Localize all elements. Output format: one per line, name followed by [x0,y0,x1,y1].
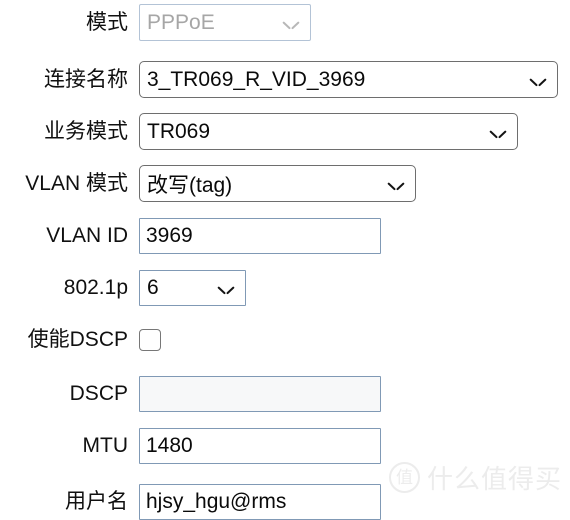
select-value-mode: PPPoE [147,10,215,34]
label-username: 用户名 [65,490,128,514]
field-wrap-mtu: 1480 [139,428,381,464]
label-enable-dscp: 使能DSCP [27,328,128,351]
label-service-mode: 业务模式 [44,119,128,143]
chevron-down-icon [530,72,546,88]
chevron-down-icon [388,176,404,192]
select-dot1p[interactable]: 6 [139,270,246,306]
form-row-enable-dscp: 使能DSCP [0,328,570,351]
select-value-service-mode: TR069 [147,119,211,143]
label-mtu: MTU [82,434,129,458]
label-mode: 模式 [86,10,128,34]
input-mtu[interactable]: 1480 [139,428,381,464]
select-value-vlan-mode: 改写(tag) [147,173,233,197]
field-wrap-mode: PPPoE [139,4,311,41]
label-dscp: DSCP [69,382,128,406]
label-vlan-id: VLAN ID [46,224,128,248]
form-row-dot1p: 802.1p 6 [0,270,570,306]
label-connection-name: 连接名称 [44,67,128,91]
field-wrap-service-mode: TR069 [139,113,518,150]
form-row-dscp: DSCP [0,376,570,412]
input-value-vlan-id: 3969 [146,224,193,247]
form-row-username: 用户名 hjsy_hgu@rms [0,484,570,520]
form-row-service-mode: 业务模式 TR069 [0,113,570,150]
form-row-mode: 模式 PPPoE [0,4,570,41]
select-service-mode[interactable]: TR069 [139,113,518,150]
field-wrap-dot1p: 6 [139,270,246,306]
select-mode: PPPoE [139,4,311,41]
chevron-down-icon [283,15,299,31]
select-value-dot1p: 6 [147,276,159,299]
input-dscp [139,376,381,412]
input-value-username: hjsy_hgu@rms [146,490,287,513]
field-wrap-dscp [139,376,381,412]
field-wrap-vlan-id: 3969 [139,218,381,254]
select-vlan-mode[interactable]: 改写(tag) [139,165,416,202]
form-row-vlan-mode: VLAN 模式 改写(tag) [0,165,570,202]
chevron-down-icon [218,280,234,296]
input-value-mtu: 1480 [146,434,193,457]
select-value-connection-name: 3_TR069_R_VID_3969 [147,67,366,91]
field-wrap-vlan-mode: 改写(tag) [139,165,416,202]
field-wrap-connection-name: 3_TR069_R_VID_3969 [139,61,558,98]
select-connection-name[interactable]: 3_TR069_R_VID_3969 [139,61,558,98]
form-row-mtu: MTU 1480 [0,428,570,464]
label-dot1p: 802.1p [63,276,128,300]
field-wrap-username: hjsy_hgu@rms [139,484,381,520]
label-vlan-mode: VLAN 模式 [25,171,128,195]
chevron-down-icon [490,124,506,140]
input-vlan-id[interactable]: 3969 [139,218,381,254]
network-connection-form: 模式 PPPoE 连接名称 3_TR069_R_VID_3969 业务模式 TR069 VL… [0,0,570,520]
field-wrap-enable-dscp [139,328,161,351]
input-username[interactable]: hjsy_hgu@rms [139,484,381,520]
form-row-connection-name: 连接名称 3_TR069_R_VID_3969 [0,61,570,98]
form-row-vlan-id: VLAN ID 3969 [0,218,570,254]
checkbox-enable-dscp[interactable] [139,328,161,351]
